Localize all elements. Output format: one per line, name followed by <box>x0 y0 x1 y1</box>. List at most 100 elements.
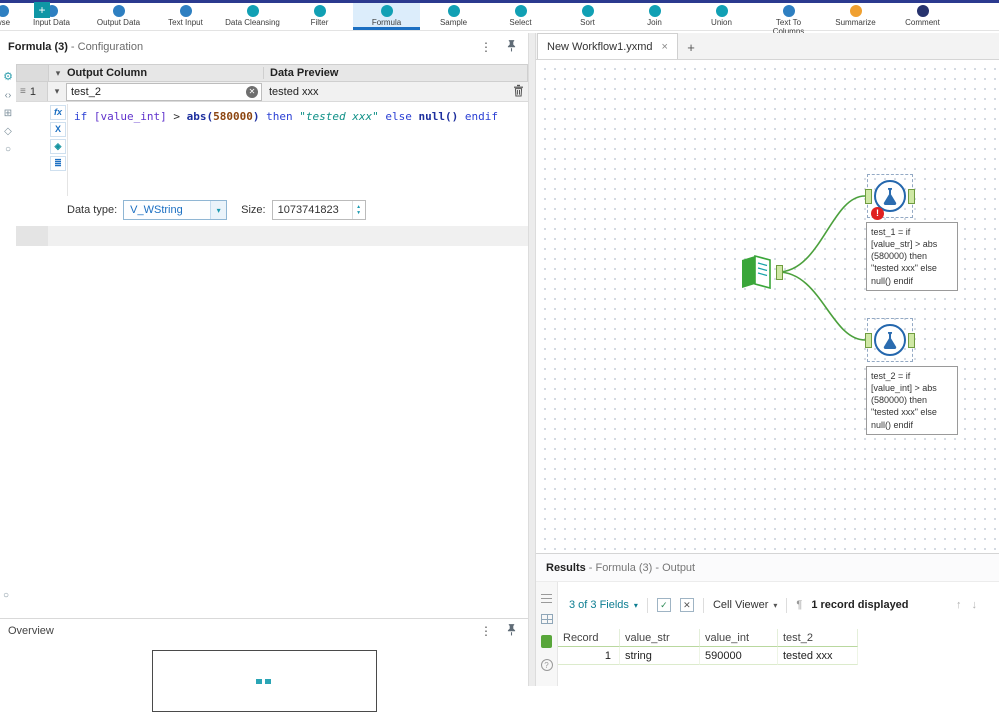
panel-splitter[interactable] <box>528 33 536 686</box>
text-input-tool[interactable] <box>738 253 780 293</box>
toolbar-tool-summarize[interactable]: Summarize <box>822 3 889 30</box>
data-type-dropdown[interactable]: V_WString ▾ <box>123 200 227 220</box>
cell[interactable]: 1 <box>558 647 620 665</box>
apply-check-icon[interactable]: ✓ <box>657 598 671 612</box>
whitespace-toggle-icon[interactable]: ¶ <box>796 599 802 611</box>
error-badge-icon[interactable]: ! <box>871 207 884 220</box>
overview-pin-icon[interactable] <box>507 623 516 639</box>
side-tab-icon[interactable]: ‹› <box>5 90 12 101</box>
tab-close-icon[interactable]: × <box>662 41 668 53</box>
tool-label: Data Cleansing <box>225 18 280 27</box>
results-body: 1string590000tested xxx <box>558 647 999 665</box>
input-anchor[interactable] <box>865 189 872 204</box>
input-anchor[interactable] <box>865 333 872 348</box>
cell[interactable]: tested xxx <box>778 647 858 665</box>
column-header-Record[interactable]: Record <box>558 629 620 647</box>
workflow-canvas[interactable]: ! test_1 = if [value_str] > abs (580000)… <box>536 60 999 553</box>
toolbar-tool-join[interactable]: Join <box>621 3 688 30</box>
tool-icon <box>649 5 661 17</box>
cell-viewer-dropdown[interactable]: Cell Viewer <box>713 599 768 611</box>
workflow-tab[interactable]: New Workflow1.yxmd × <box>537 33 678 59</box>
toolbar-tool-text-to-columns[interactable]: Text To Columns <box>755 3 822 30</box>
toolbar-tool-text-input[interactable]: Text Input <box>152 3 219 30</box>
formula-1-annotation[interactable]: test_1 = if [value_str] > abs (580000) t… <box>866 222 958 291</box>
output-anchor[interactable] <box>908 333 915 348</box>
new-tab-button[interactable]: + <box>678 40 704 59</box>
config-pin-icon[interactable] <box>507 39 516 55</box>
cell[interactable]: string <box>620 647 700 665</box>
config-menu-kebab-icon[interactable]: ⋮ <box>480 40 492 54</box>
toolbar-tool-data-cleansing[interactable]: Data Cleansing <box>219 3 286 30</box>
overview-menu-kebab-icon[interactable]: ⋮ <box>480 624 492 638</box>
tool-icon <box>0 5 9 17</box>
output-column-input[interactable] <box>67 85 243 99</box>
toolbar-tool-output-data[interactable]: Output Data <box>85 3 152 30</box>
output-anchor[interactable] <box>776 265 783 280</box>
toolbar-tool-wse[interactable]: wse <box>0 3 18 30</box>
tool-icon <box>716 5 728 17</box>
drag-handle-icon[interactable]: ≡ <box>20 86 26 97</box>
size-input[interactable] <box>273 203 352 217</box>
output-data-icon[interactable] <box>541 635 552 648</box>
tool-icon <box>314 5 326 17</box>
row-gutter[interactable]: ≡ 1 <box>16 82 48 101</box>
editor-fx-icon[interactable]: fx <box>50 105 66 120</box>
scroll-up-icon[interactable]: ↑ <box>956 599 962 611</box>
editor-X-icon[interactable]: X <box>50 122 66 137</box>
formula-tool-1[interactable]: ! <box>867 174 913 218</box>
formula-2-annotation[interactable]: test_2 = if [value_int] > abs (580000) t… <box>866 366 958 435</box>
formula-expression[interactable]: if [value_int] > abs(580000) then "teste… <box>68 104 528 123</box>
formula-token: null() <box>418 110 458 123</box>
tool-label: Filter <box>311 18 329 27</box>
add-expression-button[interactable]: + <box>34 2 50 18</box>
side-tab-icon[interactable]: ⊞ <box>4 108 12 119</box>
editor-◈-icon[interactable]: ◈ <box>50 139 66 154</box>
toolbar-tool-select[interactable]: Select <box>487 3 554 30</box>
toolbar-tool-formula[interactable]: Formula <box>353 3 420 30</box>
toolbar-tool-union[interactable]: Union <box>688 3 755 30</box>
chevron-down-icon[interactable]: ▾ <box>49 68 67 79</box>
column-header-value_int[interactable]: value_int <box>700 629 778 647</box>
column-header-test_2[interactable]: test_2 <box>778 629 858 647</box>
column-header-value_str[interactable]: value_str <box>620 629 700 647</box>
connection-lines <box>536 60 999 553</box>
cell-viewer-chevron-down-icon[interactable]: ▾ <box>773 601 777 610</box>
toolbar-tool-sort[interactable]: Sort <box>554 3 621 30</box>
toolbar-tool-sample[interactable]: Sample <box>420 3 487 30</box>
fields-dropdown[interactable]: 3 of 3 Fields <box>569 599 629 611</box>
data-type-row: Data type: V_WString ▾ Size: ▲ ▼ <box>67 198 366 222</box>
cancel-cross-icon[interactable]: ✕ <box>680 598 694 612</box>
results-header: Results - Formula (3) - Output <box>536 554 999 582</box>
formula-tool-2[interactable] <box>867 318 913 362</box>
help-side-icon[interactable]: ○ <box>3 590 9 601</box>
side-tab-icon[interactable]: ○ <box>5 144 11 155</box>
clear-field-icon[interactable]: ✕ <box>246 86 258 98</box>
tool-icon <box>850 5 862 17</box>
add-column-row <box>16 226 528 246</box>
list-view-icon[interactable] <box>541 594 552 603</box>
cell[interactable]: 590000 <box>700 647 778 665</box>
table-row: 1string590000tested xxx <box>558 647 999 665</box>
tool-label: Formula <box>372 18 401 27</box>
help-icon[interactable]: ? <box>541 659 553 671</box>
output-anchor[interactable] <box>908 189 915 204</box>
spinner-down-icon[interactable]: ▼ <box>356 210 361 216</box>
grid-view-icon[interactable] <box>541 614 553 624</box>
tool-icon <box>515 5 527 17</box>
toolbar-tool-input-data[interactable]: Input Data <box>18 3 85 30</box>
text-input-icon <box>738 253 774 289</box>
toolbar-tool-comment[interactable]: Comment <box>889 3 956 30</box>
output-column-header: Output Column <box>67 67 263 79</box>
dropdown-arrow-icon[interactable]: ▾ <box>210 201 226 219</box>
expression-editor[interactable]: if [value_int] > abs(580000) then "teste… <box>67 104 528 196</box>
fields-chevron-down-icon[interactable]: ▾ <box>634 601 638 610</box>
row-chevron-down-icon[interactable]: ▾ <box>48 86 66 97</box>
side-tab-icon[interactable]: ◇ <box>4 126 12 137</box>
delete-row-trash-icon[interactable] <box>508 84 528 100</box>
editor-≣-icon[interactable]: ≣ <box>50 156 66 171</box>
side-tab-icon[interactable]: ⚙ <box>3 72 13 83</box>
toolbar-tool-filter[interactable]: Filter <box>286 3 353 30</box>
scroll-down-icon[interactable]: ↓ <box>972 599 978 611</box>
size-spinner[interactable]: ▲ ▼ <box>352 201 365 219</box>
record-count: 1 record displayed <box>811 599 908 611</box>
